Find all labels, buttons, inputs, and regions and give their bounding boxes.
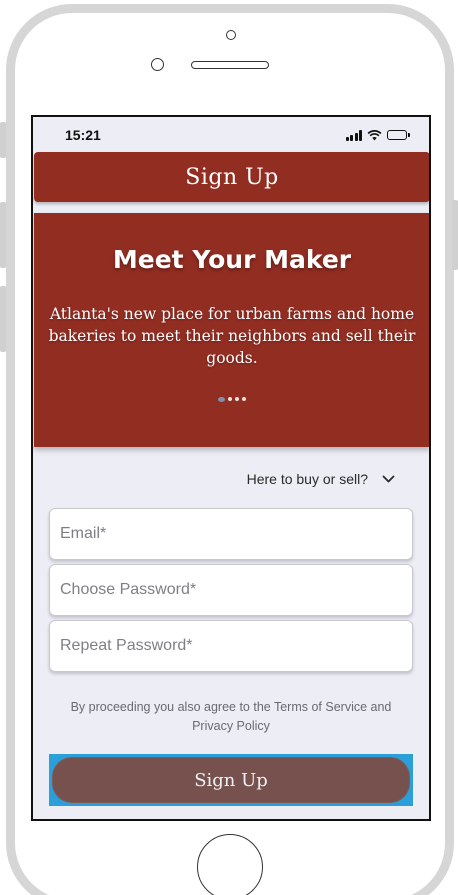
status-time: 15:21 — [65, 127, 101, 143]
carousel-dots[interactable] — [34, 397, 429, 402]
carousel-dot[interactable] — [242, 397, 246, 401]
app-screen: 15:21 Sign Up Meet Your Maker Atlanta's … — [31, 115, 431, 821]
submit-focus-ring: Sign Up — [49, 754, 413, 806]
hero-title: Meet Your Maker — [112, 245, 352, 274]
repeat-password-field[interactable] — [49, 620, 413, 672]
power-button — [452, 200, 458, 270]
wifi-icon — [367, 129, 382, 141]
carousel-dot[interactable] — [218, 397, 225, 402]
home-button[interactable] — [197, 834, 263, 895]
proximity-sensor — [226, 30, 236, 40]
hero-carousel[interactable]: Meet Your Maker Atlanta's new place for … — [34, 213, 429, 447]
chevron-down-icon — [382, 475, 395, 482]
password-field[interactable] — [49, 564, 413, 616]
role-dropdown[interactable]: Here to buy or sell? — [247, 471, 395, 487]
carousel-dot[interactable] — [228, 397, 232, 401]
cellular-signal-icon — [345, 129, 362, 141]
role-dropdown-label: Here to buy or sell? — [246, 471, 368, 487]
front-camera — [151, 58, 164, 71]
carousel-dot[interactable] — [235, 397, 239, 401]
page-title: Sign Up — [185, 164, 279, 190]
mute-switch — [0, 122, 6, 158]
status-bar: 15:21 — [33, 117, 429, 153]
hero-description: Atlanta's new place for urban farms and … — [48, 305, 416, 367]
email-field[interactable] — [49, 508, 413, 560]
earpiece-speaker — [191, 61, 269, 69]
volume-up-button — [0, 202, 6, 268]
volume-down-button — [0, 286, 6, 352]
header-bar: Sign Up — [34, 152, 429, 202]
sign-up-button[interactable]: Sign Up — [52, 757, 410, 803]
battery-icon — [387, 130, 410, 140]
terms-notice: By proceeding you also agree to the Term… — [70, 700, 392, 733]
status-icons — [345, 129, 410, 141]
